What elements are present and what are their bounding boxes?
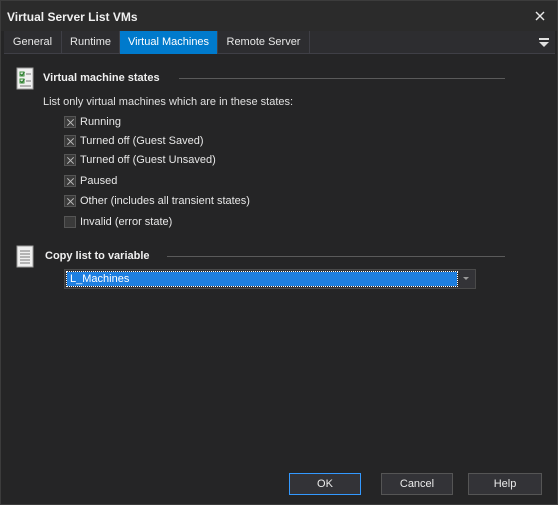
turned-off-saved-checkbox[interactable] <box>64 135 76 147</box>
paused-checkbox[interactable] <box>64 175 76 187</box>
tab-bar: General Runtime Virtual Machines Remote … <box>4 31 555 54</box>
cancel-button[interactable]: Cancel <box>381 473 453 495</box>
running-option[interactable]: Running <box>64 115 121 129</box>
invalid-checkbox[interactable] <box>64 216 76 228</box>
help-button[interactable]: Help <box>468 473 542 495</box>
variable-selected-value: L_Machines <box>66 271 458 287</box>
checklist-icon <box>16 67 36 94</box>
other-option[interactable]: Other (includes all transient states) <box>64 194 250 208</box>
tab-runtime[interactable]: Runtime <box>62 31 120 54</box>
ok-button[interactable]: OK <box>289 473 361 495</box>
turned-off-saved-option[interactable]: Turned off (Guest Saved) <box>64 134 204 148</box>
title-bar: Virtual Server List VMs <box>1 1 557 31</box>
paused-label: Paused <box>80 175 118 187</box>
states-divider <box>179 78 505 79</box>
running-checkbox[interactable] <box>64 116 76 128</box>
variable-section-title: Copy list to variable <box>45 250 150 262</box>
dialog-window: Virtual Server List VMs General Runtime … <box>0 0 558 505</box>
variable-select[interactable]: L_Machines <box>64 269 476 289</box>
close-icon[interactable] <box>529 5 551 27</box>
other-label: Other (includes all transient states) <box>80 195 250 207</box>
document-list-icon <box>16 245 36 272</box>
states-description: List only virtual machines which are in … <box>43 96 294 108</box>
turned-off-saved-label: Turned off (Guest Saved) <box>80 135 204 147</box>
tab-general[interactable]: General <box>4 31 62 54</box>
other-checkbox[interactable] <box>64 195 76 207</box>
window-title: Virtual Server List VMs <box>7 10 138 24</box>
turned-off-unsaved-checkbox[interactable] <box>64 154 76 166</box>
states-section-title: Virtual machine states <box>43 72 160 84</box>
running-label: Running <box>80 116 121 128</box>
paused-option[interactable]: Paused <box>64 174 117 188</box>
tab-virtual-machines[interactable]: Virtual Machines <box>120 31 218 54</box>
invalid-label: Invalid (error state) <box>80 216 173 228</box>
chevron-down-icon[interactable] <box>463 277 469 280</box>
turned-off-unsaved-option[interactable]: Turned off (Guest Unsaved) <box>64 153 216 167</box>
variable-divider <box>167 256 505 257</box>
invalid-option[interactable]: Invalid (error state) <box>64 215 172 229</box>
tab-remote-server[interactable]: Remote Server <box>218 31 310 54</box>
tab-menu-icon[interactable] <box>537 35 551 49</box>
turned-off-unsaved-label: Turned off (Guest Unsaved) <box>80 154 216 166</box>
